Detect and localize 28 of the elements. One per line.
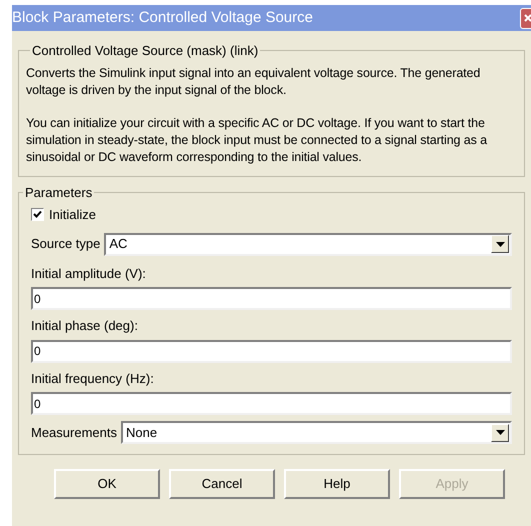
input-field[interactable]: 0 <box>31 287 512 310</box>
dialog-button[interactable]: Help <box>284 469 390 499</box>
dropdown-value: AC <box>109 235 128 254</box>
close-button[interactable] <box>520 8 531 28</box>
dropdown-value: None <box>126 424 158 442</box>
initialize-checkbox[interactable] <box>31 208 44 222</box>
field-label: Initial frequency (Hz): <box>31 370 155 388</box>
input-field[interactable]: 0 <box>31 340 512 362</box>
field-label: Measurements <box>31 424 117 442</box>
dropdown-field[interactable]: AC <box>104 232 512 256</box>
dropdown-arrow-button[interactable] <box>491 235 509 253</box>
dropdown-field[interactable]: None <box>120 421 512 444</box>
window-title: Block Parameters: Controlled Voltage Source <box>12 8 313 28</box>
dialog-button[interactable]: Cancel <box>169 469 275 499</box>
input-field[interactable]: 0 <box>31 392 512 415</box>
field-label: Initial amplitude (V): <box>31 264 147 283</box>
checkbox-label: Initialize <box>49 206 96 224</box>
caret-icon <box>496 430 504 435</box>
dialog-button[interactable]: OK <box>54 469 160 499</box>
description-text: You can initialize your circuit with a specific AC or DC voltage. If you want to start the simulation in steady-state, the block input must be connected to a signal starting as a sinusoidal or DC waveform corresponding to the initial values. <box>26 114 488 166</box>
close-icon <box>524 14 531 22</box>
group-title: Parameters <box>24 184 94 202</box>
caret-icon <box>496 242 504 246</box>
dropdown-arrow-button[interactable] <box>491 424 509 442</box>
group-title: Controlled Voltage Source (mask) (link) <box>31 42 260 60</box>
field-label: Initial phase (deg): <box>31 317 139 335</box>
field-label: Source type <box>31 235 100 254</box>
description-text: Converts the Simulink input signal into an equivalent voltage source. The generated voltage is driven by the input signal of the block. <box>26 64 482 98</box>
